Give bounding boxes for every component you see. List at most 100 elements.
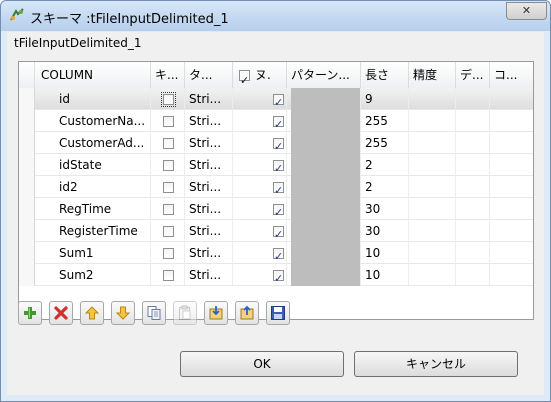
key-checkbox[interactable] bbox=[163, 182, 174, 193]
key-checkbox[interactable] bbox=[163, 248, 174, 259]
pattern-field[interactable] bbox=[291, 198, 360, 220]
cell-comment[interactable] bbox=[490, 88, 533, 110]
cell-column-name[interactable]: id bbox=[35, 88, 151, 110]
table-row[interactable]: RegisterTime Stri... 30 bbox=[19, 220, 533, 242]
cell-column-name[interactable]: Sum2 bbox=[35, 264, 151, 286]
cell-pattern[interactable] bbox=[287, 198, 361, 220]
pattern-field[interactable] bbox=[291, 88, 360, 110]
key-checkbox[interactable] bbox=[163, 270, 174, 281]
cell-length[interactable]: 10 bbox=[361, 242, 409, 264]
cell-precision[interactable] bbox=[409, 176, 456, 198]
cancel-button[interactable]: キャンセル bbox=[354, 351, 518, 377]
column-header-default[interactable]: デ... bbox=[456, 62, 490, 88]
cell-nullable[interactable] bbox=[233, 110, 287, 132]
cell-precision[interactable] bbox=[409, 110, 456, 132]
cell-length[interactable]: 255 bbox=[361, 110, 409, 132]
cell-precision[interactable] bbox=[409, 132, 456, 154]
column-header-comment[interactable]: コ... bbox=[490, 62, 533, 88]
export-button[interactable] bbox=[235, 301, 259, 325]
cell-length[interactable]: 10 bbox=[361, 264, 409, 286]
cell-column-name[interactable]: Sum1 bbox=[35, 242, 151, 264]
column-header-pattern[interactable]: パターン... bbox=[287, 62, 361, 88]
cell-comment[interactable] bbox=[490, 242, 533, 264]
close-button[interactable]: ✕ bbox=[506, 2, 547, 20]
title-bar[interactable]: スキーマ :tFileInputDelimited_1 ✕ bbox=[1, 1, 550, 31]
cell-comment[interactable] bbox=[490, 176, 533, 198]
cell-default[interactable] bbox=[456, 198, 490, 220]
cell-type[interactable]: Stri... bbox=[185, 264, 233, 286]
cell-comment[interactable] bbox=[490, 110, 533, 132]
pattern-field[interactable] bbox=[291, 132, 360, 154]
cell-column-name[interactable]: idState bbox=[35, 154, 151, 176]
table-row[interactable]: idState Stri... 2 bbox=[19, 154, 533, 176]
paste-button[interactable] bbox=[173, 301, 197, 325]
cell-pattern[interactable] bbox=[287, 132, 361, 154]
column-header-precision[interactable]: 精度 bbox=[409, 62, 456, 88]
cell-precision[interactable] bbox=[409, 242, 456, 264]
cell-key[interactable] bbox=[151, 88, 185, 110]
cell-pattern[interactable] bbox=[287, 176, 361, 198]
cell-nullable[interactable] bbox=[233, 264, 287, 286]
cell-length[interactable]: 2 bbox=[361, 154, 409, 176]
cell-comment[interactable] bbox=[490, 264, 533, 286]
nullable-checkbox[interactable] bbox=[273, 158, 284, 176]
table-row[interactable]: Sum2 Stri... 10 bbox=[19, 264, 533, 286]
cell-column-name[interactable]: CustomerNa... bbox=[35, 110, 151, 132]
cell-default[interactable] bbox=[456, 132, 490, 154]
row-header[interactable] bbox=[19, 264, 35, 286]
nullable-checkbox[interactable] bbox=[273, 114, 284, 132]
table-row[interactable]: id2 Stri... 2 bbox=[19, 176, 533, 198]
row-header[interactable] bbox=[19, 176, 35, 198]
pattern-field[interactable] bbox=[291, 242, 360, 264]
move-down-button[interactable] bbox=[111, 301, 135, 325]
nullable-header-checkbox[interactable] bbox=[239, 68, 250, 88]
copy-button[interactable] bbox=[142, 301, 166, 325]
column-header-column[interactable]: COLUMN bbox=[35, 62, 151, 88]
ok-button[interactable]: OK bbox=[180, 351, 344, 377]
add-button[interactable] bbox=[18, 301, 42, 325]
cell-key[interactable] bbox=[151, 242, 185, 264]
move-up-button[interactable] bbox=[80, 301, 104, 325]
column-header-type[interactable]: タ... bbox=[185, 62, 233, 88]
cell-comment[interactable] bbox=[490, 154, 533, 176]
pattern-field[interactable] bbox=[291, 176, 360, 198]
cell-nullable[interactable] bbox=[233, 154, 287, 176]
remove-button[interactable] bbox=[49, 301, 73, 325]
cell-precision[interactable] bbox=[409, 220, 456, 242]
cell-default[interactable] bbox=[456, 242, 490, 264]
cell-comment[interactable] bbox=[490, 132, 533, 154]
pattern-field[interactable] bbox=[291, 110, 360, 132]
cell-key[interactable] bbox=[151, 132, 185, 154]
cell-pattern[interactable] bbox=[287, 110, 361, 132]
cell-column-name[interactable]: RegTime bbox=[35, 198, 151, 220]
key-checkbox[interactable] bbox=[163, 138, 174, 149]
cell-length[interactable]: 30 bbox=[361, 198, 409, 220]
key-checkbox[interactable] bbox=[163, 116, 174, 127]
cell-column-name[interactable]: CustomerAd... bbox=[35, 132, 151, 154]
cell-pattern[interactable] bbox=[287, 264, 361, 286]
cell-type[interactable]: Stri... bbox=[185, 88, 233, 110]
row-header[interactable] bbox=[19, 198, 35, 220]
row-header[interactable] bbox=[19, 242, 35, 264]
cell-pattern[interactable] bbox=[287, 154, 361, 176]
cell-key[interactable] bbox=[151, 198, 185, 220]
cell-default[interactable] bbox=[456, 88, 490, 110]
cell-nullable[interactable] bbox=[233, 176, 287, 198]
pattern-field[interactable] bbox=[291, 220, 360, 242]
cell-pattern[interactable] bbox=[287, 242, 361, 264]
cell-nullable[interactable] bbox=[233, 220, 287, 242]
key-checkbox[interactable] bbox=[163, 160, 174, 171]
cell-precision[interactable] bbox=[409, 198, 456, 220]
pattern-field[interactable] bbox=[291, 264, 360, 286]
cell-column-name[interactable]: RegisterTime bbox=[35, 220, 151, 242]
cell-type[interactable]: Stri... bbox=[185, 132, 233, 154]
import-button[interactable] bbox=[204, 301, 228, 325]
table-row[interactable]: CustomerAd... Stri... 255 bbox=[19, 132, 533, 154]
nullable-checkbox[interactable] bbox=[273, 136, 284, 154]
row-header[interactable] bbox=[19, 110, 35, 132]
column-header-nullable[interactable]: ヌ. bbox=[233, 62, 287, 88]
schema-table[interactable]: COLUMN キ... タ... ヌ. パターン... 長さ 精度 デ... コ… bbox=[18, 61, 534, 320]
cell-default[interactable] bbox=[456, 264, 490, 286]
cell-type[interactable]: Stri... bbox=[185, 198, 233, 220]
cell-key[interactable] bbox=[151, 264, 185, 286]
